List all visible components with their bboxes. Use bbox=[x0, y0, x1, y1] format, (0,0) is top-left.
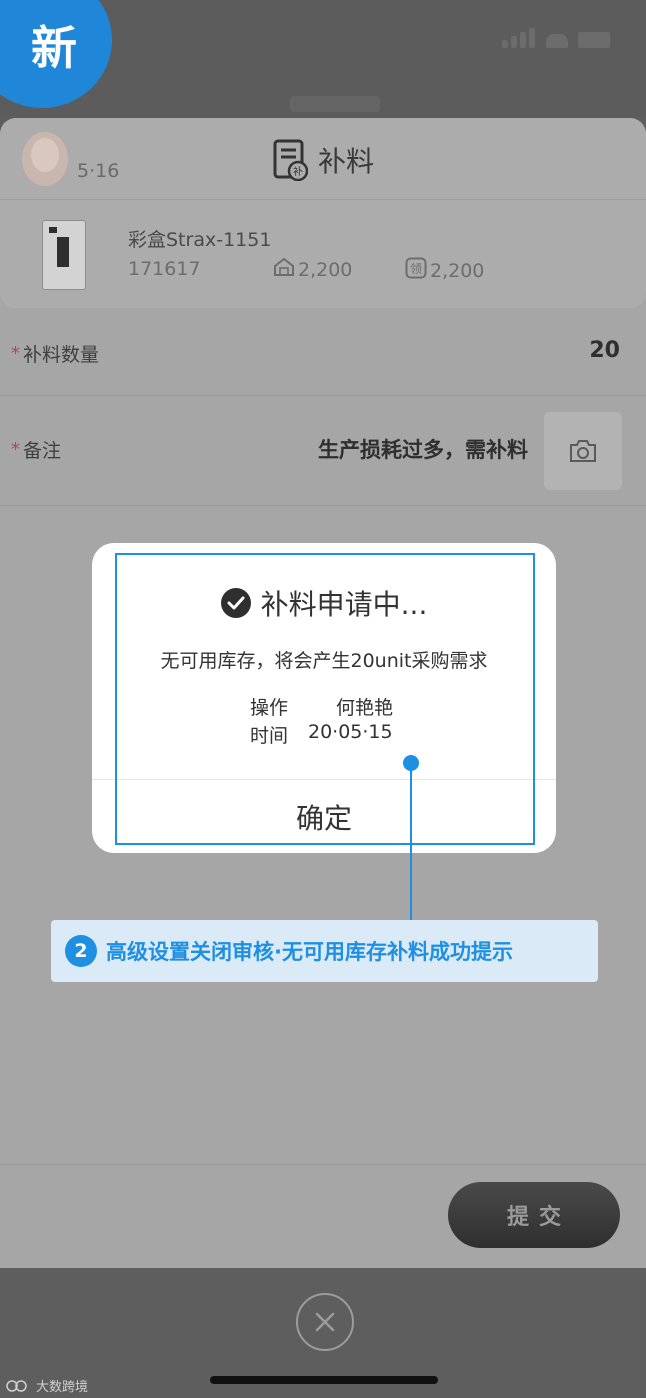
sheet-title: 补 补料 bbox=[272, 138, 374, 182]
qty-label: * 补料数量 bbox=[11, 343, 100, 366]
avatar bbox=[22, 132, 68, 186]
product-code: 171617 bbox=[128, 258, 201, 280]
status-icons bbox=[502, 28, 612, 48]
camera-icon bbox=[570, 440, 596, 462]
sheet-header: 5·16 补 补料 bbox=[0, 118, 646, 200]
close-icon bbox=[315, 1312, 335, 1332]
header-date: 5·16 bbox=[77, 160, 120, 182]
annotation-dot bbox=[403, 755, 419, 771]
qty-value[interactable]: 20 bbox=[589, 338, 620, 363]
annotation-label: 2 高级设置关闭审核·无可用库存补料成功提示 bbox=[51, 920, 598, 982]
product-name: 彩盒Strax-1151 bbox=[128, 229, 272, 251]
annotation-highlight-box bbox=[115, 553, 535, 845]
warehouse-stock: 2,200 bbox=[273, 257, 352, 282]
note-value[interactable]: 生产损耗过多，需补料 bbox=[318, 434, 528, 464]
camera-button[interactable] bbox=[544, 412, 622, 490]
footer-divider bbox=[0, 1164, 646, 1165]
watermark: 大数跨境 bbox=[6, 1376, 88, 1395]
svg-text:领: 领 bbox=[410, 262, 422, 276]
note-row[interactable]: * 备注 生产损耗过多，需补料 bbox=[0, 396, 646, 506]
claimed-icon: 领 bbox=[405, 257, 427, 284]
submit-button[interactable]: 提交 bbox=[448, 1182, 620, 1248]
order-card: 5·16 补 补料 彩盒Strax-1151 171617 2,200 领 2,… bbox=[0, 118, 646, 308]
close-button[interactable] bbox=[296, 1293, 354, 1351]
document-icon: 补 bbox=[272, 139, 309, 182]
page-title: 补料 bbox=[318, 145, 375, 178]
annotation-text: 高级设置关闭审核·无可用库存补料成功提示 bbox=[106, 940, 513, 964]
qty-row[interactable]: * 补料数量 20 bbox=[0, 308, 646, 396]
annotation-number: 2 bbox=[65, 935, 97, 967]
background-title bbox=[290, 96, 380, 112]
product-item: 彩盒Strax-1151 171617 2,200 领 2,200 bbox=[0, 200, 646, 308]
svg-text:补: 补 bbox=[293, 165, 303, 178]
watermark-logo-icon bbox=[6, 1379, 27, 1392]
warehouse-icon bbox=[273, 257, 295, 282]
claimed-stock: 领 2,200 bbox=[405, 257, 484, 284]
product-thumbnail bbox=[42, 220, 86, 290]
home-indicator bbox=[210, 1376, 438, 1384]
note-label: * 备注 bbox=[11, 439, 62, 462]
annotation-connector bbox=[410, 770, 412, 920]
